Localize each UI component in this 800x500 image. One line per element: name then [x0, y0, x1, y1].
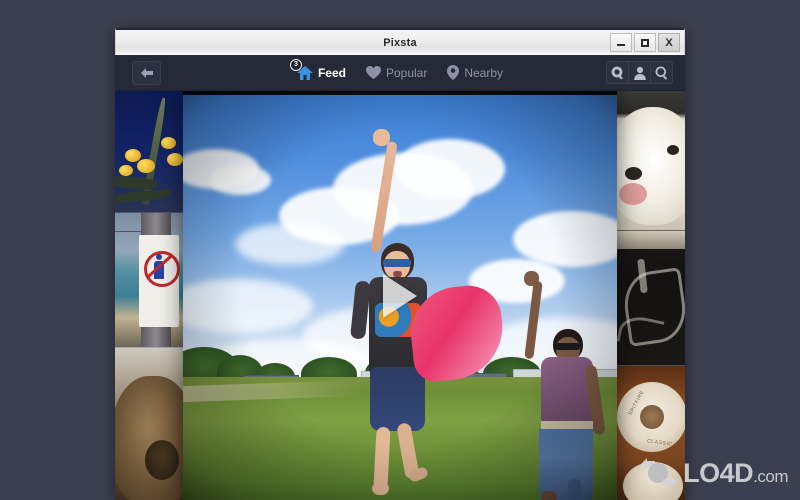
person-icon: [633, 66, 646, 80]
close-button[interactable]: X: [658, 33, 680, 52]
tab-nearby-label: Nearby: [464, 65, 504, 80]
tab-popular-label: Popular: [385, 65, 428, 80]
flower-bloom: [167, 153, 183, 166]
photo-letterbox: [183, 91, 617, 95]
watermark-text: LO4D.com: [683, 457, 788, 488]
explore-button[interactable]: [607, 62, 629, 83]
window-titlebar[interactable]: Pixsta X: [115, 28, 685, 55]
maximize-button[interactable]: [634, 33, 656, 52]
minimize-button[interactable]: [610, 33, 632, 52]
person-a-sunglasses: [383, 259, 411, 267]
flower-bloom: [161, 137, 176, 149]
feed-badge: 3: [289, 58, 302, 71]
dog-nose: [625, 167, 642, 180]
nav-tabs: 3 Feed Popular Nearby: [115, 58, 685, 82]
cloud: [395, 139, 505, 199]
cloud: [235, 223, 345, 265]
cloud: [209, 165, 271, 195]
wall-ledge: [617, 230, 685, 249]
dog-head: [617, 107, 685, 225]
left-thumbnail-column: [115, 91, 183, 500]
thumbnail-graffiti[interactable]: [617, 230, 685, 366]
play-icon: [383, 274, 417, 318]
flower-bloom: [125, 149, 141, 162]
tab-feed-label: Feed: [317, 65, 346, 80]
heart-icon: [365, 66, 381, 79]
person-b-right-leg: [568, 479, 581, 500]
watermark-suffix: .com: [753, 466, 788, 486]
arrow-left-icon: [140, 67, 153, 78]
watermark-brand: LO4D: [683, 457, 754, 488]
watermark: LO4D.com: [641, 458, 788, 488]
power-line: [115, 231, 141, 233]
home-icon: 3: [289, 58, 313, 80]
person-b-belt: [541, 421, 593, 429]
tab-feed[interactable]: 3 Feed: [289, 58, 348, 82]
window-title: Pixsta: [383, 36, 417, 49]
play-button[interactable]: [383, 274, 417, 318]
dog-tongue: [619, 183, 647, 205]
plant-leaf: [115, 189, 172, 203]
dog-eye: [667, 145, 679, 155]
profile-button[interactable]: [629, 62, 651, 83]
person-b-jeans: [539, 427, 593, 500]
back-button[interactable]: [132, 60, 161, 85]
flower-bloom: [119, 165, 133, 176]
maximize-icon: [641, 38, 649, 47]
screen: Pixsta X 3 Feed Popular Nearby SPITFIRE …: [0, 0, 800, 500]
application-window: Pixsta X 3 Feed Popular Nearby SPITFIRE …: [115, 28, 685, 500]
window-controls: X: [608, 33, 680, 52]
thumbnail-flowers[interactable]: [115, 91, 183, 214]
toolbar-actions: [606, 61, 673, 84]
flower-bloom: [137, 159, 155, 173]
person-b-foot: [541, 491, 557, 500]
tab-popular[interactable]: Popular: [364, 64, 429, 82]
feed-photo[interactable]: [183, 91, 617, 500]
magnifier-filled-icon: [611, 66, 623, 79]
tab-nearby[interactable]: Nearby: [445, 63, 505, 82]
content-area: SPITFIRE CLASSIC: [115, 91, 685, 500]
wheel-hub: [640, 404, 664, 429]
thumbnail-white-dog[interactable]: [617, 91, 685, 231]
search-button[interactable]: [651, 62, 672, 83]
person-a-left-foot: [372, 483, 389, 495]
magnifier-outline-icon: [655, 66, 667, 79]
map-pin-icon: [447, 65, 460, 80]
thumbnail-no-swimming-sign[interactable]: [115, 213, 183, 349]
refresh-arrows-icon: [641, 458, 678, 488]
thumbnail-shaggy-dog[interactable]: [115, 348, 183, 500]
right-thumbnail-column: SPITFIRE CLASSIC: [617, 91, 685, 500]
app-toolbar: 3 Feed Popular Nearby: [115, 55, 685, 91]
dog-fur: [115, 376, 183, 500]
dog-muzzle: [145, 440, 179, 481]
close-icon: X: [665, 36, 673, 49]
minimize-icon: [617, 44, 625, 46]
person-b-sunglasses: [555, 343, 580, 350]
person-a-shorts: [370, 367, 425, 431]
